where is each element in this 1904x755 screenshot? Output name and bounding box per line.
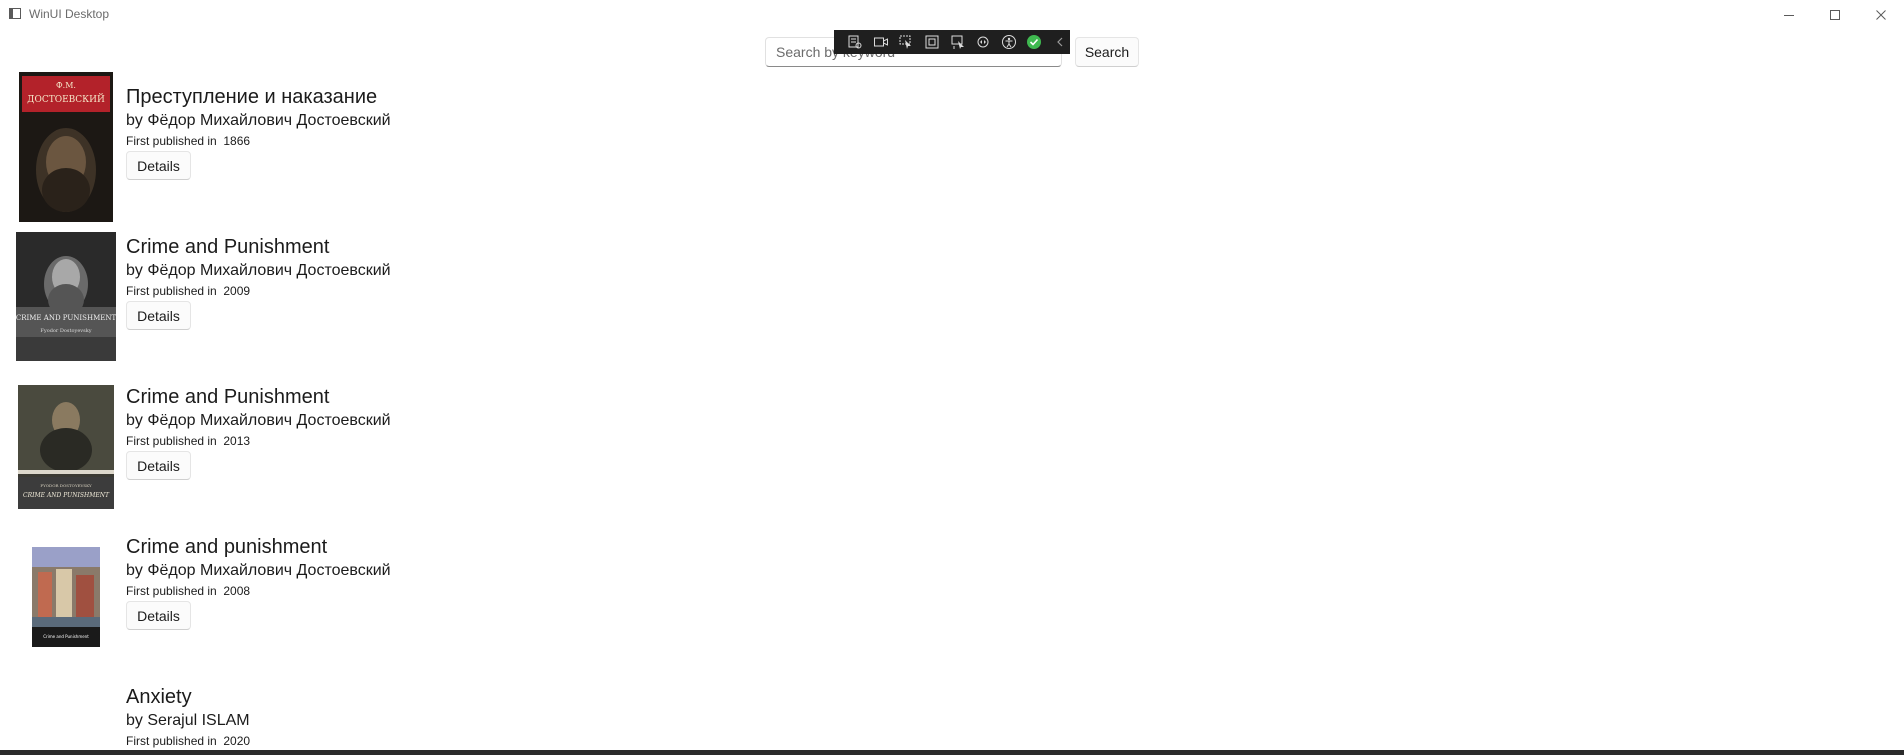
cover-text-main: ДОСТОЕВСКИЙ — [27, 93, 105, 105]
cover-text-main: CRIME AND PUNISHMENT — [16, 314, 116, 322]
book-cover-image: Crime and Punishment — [32, 547, 100, 647]
live-visual-tree-button[interactable] — [845, 32, 866, 52]
book-title: Crime and Punishment — [126, 236, 330, 258]
cover-text-main: CRIME AND PUNISHMENT — [23, 492, 110, 499]
window-title: WinUI Desktop — [29, 7, 110, 21]
list-item: Crime and Punishment Crime and punishmen… — [0, 520, 600, 670]
book-title: Преступление и наказание — [126, 86, 378, 108]
details-button[interactable]: Details — [126, 601, 191, 630]
debug-toolbar — [834, 30, 1070, 54]
title-bar: WinUI Desktop — [0, 0, 1904, 30]
details-button[interactable]: Details — [126, 151, 191, 180]
video-record-icon — [873, 37, 888, 47]
accessibility-icon — [1001, 35, 1016, 49]
cover-text-main: Crime and Punishment — [43, 634, 89, 639]
hot-reload-button[interactable] — [973, 32, 994, 52]
book-author: by Фёдор Михайлович Достоевский — [126, 562, 391, 579]
details-button[interactable]: Details — [126, 301, 191, 330]
book-title: Crime and Punishment — [126, 386, 330, 408]
taskbar-edge — [0, 750, 1904, 755]
book-title: Crime and punishment — [126, 536, 328, 558]
book-published: First published in 1866 — [126, 134, 251, 148]
book-cover-image: Ф.М. ДОСТОЕВСКИЙ — [19, 72, 113, 222]
check-status-icon — [1027, 35, 1042, 49]
app-window: WinUI Desktop Search by keyword Search Ф… — [0, 0, 1904, 755]
collapse-chevron-icon — [1056, 37, 1063, 47]
minimize-icon — [1784, 15, 1794, 16]
list-item: FYODOR DOSTOYEVSKY CRIME AND PUNISHMENT … — [0, 370, 600, 520]
book-title: Anxiety — [126, 686, 192, 708]
display-layout-adorners-button[interactable] — [922, 32, 943, 52]
book-author: by Serajul ISLAM — [126, 712, 250, 729]
book-published: First published in 2009 — [126, 284, 251, 298]
search-button[interactable]: Search — [1075, 37, 1139, 67]
cover-text-top: FYODOR DOSTOYEVSKY — [40, 483, 92, 488]
app-icon — [9, 8, 21, 19]
live-visual-tree-icon — [848, 35, 862, 49]
book-cover-image: CRIME AND PUNISHMENT Fyodor Dostoyevsky — [16, 232, 116, 361]
list-item: CRIME AND PUNISHMENT Fyodor Dostoyevsky … — [0, 220, 600, 370]
list-item: Anxiety by Serajul ISLAM First published… — [0, 670, 600, 750]
details-button[interactable]: Details — [126, 451, 191, 480]
book-author: by Фёдор Михайлович Достоевский — [126, 262, 391, 279]
track-focus-button[interactable] — [947, 32, 968, 52]
book-author: by Фёдор Михайлович Достоевский — [126, 112, 391, 129]
minimize-button[interactable] — [1766, 0, 1812, 30]
cover-text-sub: Fyodor Dostoyevsky — [40, 328, 91, 334]
cover-text-top: Ф.М. — [56, 81, 76, 90]
maximize-button[interactable] — [1812, 0, 1858, 30]
close-button[interactable] — [1858, 0, 1904, 30]
hot-reload-icon — [977, 36, 989, 48]
book-published: First published in 2013 — [126, 434, 251, 448]
track-focus-icon — [951, 35, 964, 49]
book-author: by Фёдор Михайлович Достоевский — [126, 412, 391, 429]
close-icon — [1876, 10, 1886, 20]
maximize-icon — [1830, 10, 1840, 20]
list-item: Ф.М. ДОСТОЕВСКИЙ Преступление и наказани… — [0, 70, 600, 222]
book-cover-image: FYODOR DOSTOYEVSKY CRIME AND PUNISHMENT — [18, 385, 114, 509]
check-status-button[interactable] — [1024, 32, 1045, 52]
book-published: First published in 2008 — [126, 584, 251, 598]
accessibility-button[interactable] — [998, 32, 1019, 52]
display-layout-adorners-icon — [925, 35, 939, 49]
video-record-button[interactable] — [871, 32, 892, 52]
book-published: First published in 2020 — [126, 734, 251, 748]
select-element-button[interactable] — [896, 32, 917, 52]
select-element-icon — [899, 35, 912, 49]
collapse-toolbar-button[interactable] — [1050, 32, 1071, 52]
